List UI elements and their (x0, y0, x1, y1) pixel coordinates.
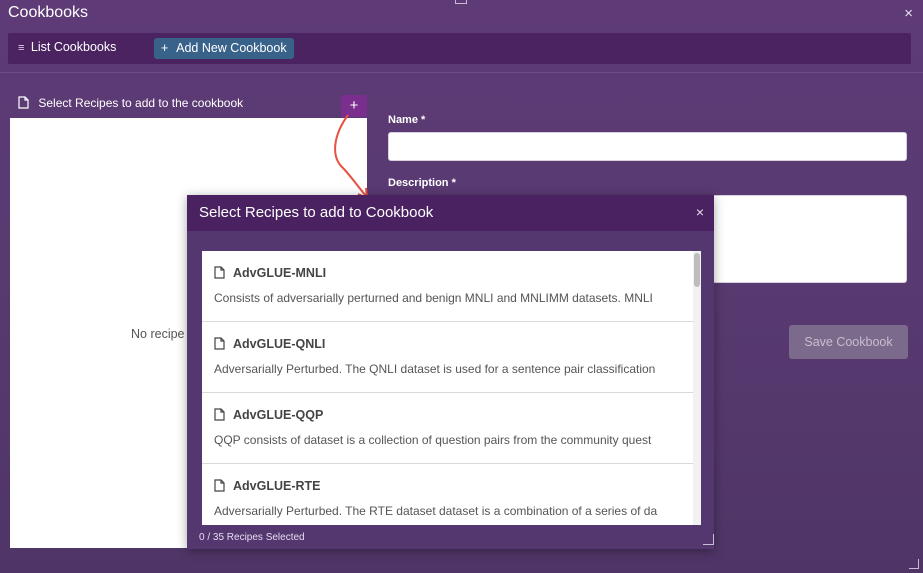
list-cookbooks-label: List Cookbooks (30, 40, 117, 54)
arrow-annotation-icon (334, 114, 369, 200)
recipe-name: AdvGLUE-RTE (233, 479, 321, 493)
recipe-name: AdvGLUE-MNLI (233, 266, 327, 280)
selected-count: 0 / 35 Recipes Selected (199, 532, 305, 543)
list-cookbooks-button[interactable]: ≡ List Cookbooks (18, 40, 116, 54)
window-close-icon[interactable]: × (904, 5, 913, 22)
select-recipes-header: Select Recipes to add to the cookbook (18, 96, 243, 110)
recipe-list[interactable]: AdvGLUE-MNLI Consists of adversarially p… (202, 251, 701, 525)
list-icon: ≡ (18, 42, 25, 54)
section-divider (0, 72, 923, 73)
recipe-description: Adversarially Perturbed. The QNLI datase… (214, 362, 656, 376)
document-icon (214, 479, 225, 492)
description-label: Description * (388, 177, 456, 189)
scrollbar-thumb[interactable] (694, 253, 700, 287)
drag-handle[interactable] (455, 0, 467, 4)
window-resize-handle[interactable] (909, 559, 919, 569)
plus-icon: + (161, 41, 169, 55)
recipe-title: AdvGLUE-MNLI (214, 266, 326, 280)
modal-header: Select Recipes to add to Cookbook × (187, 195, 714, 231)
save-cookbook-button[interactable]: Save Cookbook (789, 325, 908, 359)
select-recipes-modal: Select Recipes to add to Cookbook × AdvG… (187, 195, 714, 549)
cookbooks-window: Cookbooks × ≡ List Cookbooks + Add New C… (0, 0, 923, 573)
recipe-title: AdvGLUE-QNLI (214, 337, 325, 351)
recipe-item[interactable]: AdvGLUE-QNLI Adversarially Perturbed. Th… (202, 322, 701, 393)
recipe-name: AdvGLUE-QQP (233, 408, 324, 422)
cookbook-nav: ≡ List Cookbooks + Add New Cookbook (8, 33, 911, 64)
recipe-description: QQP consists of dataset is a collection … (214, 433, 652, 447)
recipe-item[interactable]: AdvGLUE-RTE Adversarially Perturbed. The… (202, 464, 701, 525)
document-icon (18, 96, 29, 109)
name-input[interactable] (388, 132, 907, 161)
recipe-title: AdvGLUE-QQP (214, 408, 323, 422)
recipe-title: AdvGLUE-RTE (214, 479, 321, 493)
modal-resize-handle[interactable] (703, 534, 714, 545)
recipe-item[interactable]: AdvGLUE-MNLI Consists of adversarially p… (202, 251, 701, 322)
document-icon (214, 337, 225, 350)
recipe-list-scrollbar[interactable] (693, 251, 701, 525)
name-label: Name * (388, 114, 426, 126)
recipe-name: AdvGLUE-QNLI (233, 337, 326, 351)
window-title: Cookbooks (8, 4, 89, 21)
recipe-description: Adversarially Perturbed. The RTE dataset… (214, 504, 658, 518)
recipe-description: Consists of adversarially perturned and … (214, 291, 653, 305)
add-new-cookbook-button[interactable]: + Add New Cookbook (154, 38, 294, 59)
modal-body: AdvGLUE-MNLI Consists of adversarially p… (187, 231, 714, 549)
modal-close-icon[interactable]: × (696, 204, 704, 220)
document-icon (214, 408, 225, 421)
empty-recipes-text: No recipe (131, 327, 185, 341)
select-recipes-header-label: Select Recipes to add to the cookbook (38, 96, 244, 110)
modal-title: Select Recipes to add to Cookbook (199, 204, 434, 221)
recipe-item[interactable]: AdvGLUE-QQP QQP consists of dataset is a… (202, 393, 701, 464)
add-new-cookbook-label: Add New Cookbook (176, 41, 287, 55)
document-icon (214, 266, 225, 279)
